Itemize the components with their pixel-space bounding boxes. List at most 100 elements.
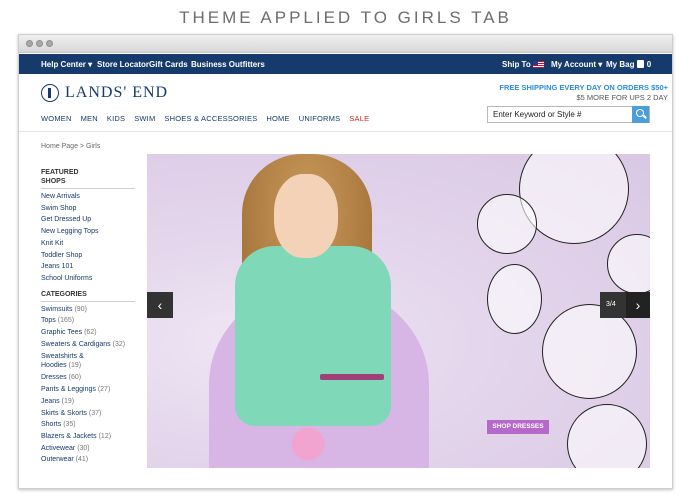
nav-item-men[interactable]: MEN	[81, 114, 98, 123]
nav-item-shoes-accessories[interactable]: SHOES & ACCESSORIES	[164, 114, 257, 123]
category-count: (37)	[88, 409, 102, 417]
featured-heading-line1: FEATURED	[41, 169, 79, 176]
category-item[interactable]: Shorts (35)	[41, 419, 135, 431]
sidebar-item-new-arrivals[interactable]: New Arrivals	[41, 191, 135, 203]
sidebar-item-knit-kit[interactable]: Knit Kit	[41, 238, 135, 250]
my-bag-label: My Bag	[606, 60, 635, 69]
sidebar-item-swim-shop[interactable]: Swim Shop	[41, 203, 135, 215]
lighthouse-icon	[41, 84, 59, 102]
us-flag-icon	[532, 61, 544, 68]
category-count: (60)	[68, 374, 82, 382]
my-bag-link[interactable]: My Bag 0	[606, 60, 651, 69]
featured-shops-heading: FEATURED SHOPS	[41, 168, 135, 189]
minimize-window-icon[interactable]	[36, 40, 43, 47]
slide-counter-text: 3/4	[606, 301, 616, 308]
category-count: (41)	[75, 456, 89, 464]
category-item[interactable]: Tops (165)	[41, 315, 135, 327]
category-count: (30)	[77, 444, 90, 452]
shop-dresses-button[interactable]: SHOP DRESSES	[487, 420, 549, 434]
category-item[interactable]: Outerwear (41)	[41, 454, 135, 466]
browser-window: Help Center ▾ Store Locator Gift Cards B…	[18, 34, 673, 489]
bag-icon	[637, 60, 645, 68]
ship-to-label: Ship To	[502, 60, 531, 69]
store-locator-link[interactable]: Store Locator	[97, 60, 149, 69]
category-count: (19)	[61, 397, 75, 405]
search-input[interactable]: Enter Keyword or Style #	[487, 106, 650, 123]
maximize-window-icon[interactable]	[46, 40, 53, 47]
business-outfitters-link[interactable]: Business Outfitters	[191, 60, 265, 69]
category-item[interactable]: Pants & Leggings (27)	[41, 384, 135, 396]
nav-item-home[interactable]: HOME	[266, 114, 289, 123]
chevron-right-icon[interactable]: ›	[626, 292, 650, 318]
category-label: Pants & Leggings	[41, 386, 96, 394]
nav-item-sale[interactable]: SALE	[349, 114, 369, 123]
close-window-icon[interactable]	[26, 40, 33, 47]
breadcrumb[interactable]: Home Page > Girls	[41, 143, 100, 150]
sidebar-item-jeans-101[interactable]: Jeans 101	[41, 261, 135, 273]
category-item[interactable]: Sweatshirts &	[41, 352, 135, 361]
window-titlebar	[19, 35, 672, 53]
promo-line-2: $5 MORE FOR UPS 2 DAY	[576, 93, 668, 102]
page-caption: THEME APPLIED TO GIRLS TAB	[179, 8, 512, 27]
sidebar: FEATURED SHOPS New Arrivals Swim Shop Ge…	[41, 168, 135, 466]
logo[interactable]: LANDS' END	[41, 84, 168, 102]
site-header: LANDS' END FREE SHIPPING EVERY DAY ON OR…	[19, 74, 672, 132]
category-label: Blazers & Jackets	[41, 432, 97, 440]
girl-face	[274, 174, 338, 258]
category-label: Activewear	[41, 444, 76, 452]
gift-cards-link[interactable]: Gift Cards	[149, 60, 188, 69]
category-count: (35)	[63, 421, 76, 429]
logo-text: LANDS' END	[65, 84, 169, 101]
category-count: (90)	[74, 305, 87, 313]
main-nav: WOMEN MEN KIDS SWIM SHOES & ACCESSORIES …	[41, 114, 378, 123]
chevron-left-icon[interactable]: ‹	[147, 292, 173, 318]
flower-illustration	[567, 404, 647, 468]
sidebar-item-school-uniforms[interactable]: School Uniforms	[41, 273, 135, 285]
flower-illustration	[607, 234, 650, 294]
category-item[interactable]: Activewear (30)	[41, 443, 135, 455]
category-item[interactable]: Jeans (19)	[41, 396, 135, 408]
girl-belt	[320, 374, 384, 380]
search-icon[interactable]	[632, 106, 649, 123]
sidebar-item-toddler-shop[interactable]: Toddler Shop	[41, 250, 135, 262]
ship-to-link[interactable]: Ship To	[502, 60, 544, 69]
girl-cardigan	[235, 246, 391, 426]
category-item[interactable]: Sweaters & Cardigans (32)	[41, 339, 135, 351]
flower-illustration	[487, 264, 542, 334]
category-item[interactable]: Blazers & Jackets (12)	[41, 431, 135, 443]
flower-illustration	[477, 194, 537, 254]
utility-bar: Help Center ▾ Store Locator Gift Cards B…	[19, 54, 672, 74]
category-count: (165)	[57, 317, 75, 325]
category-item[interactable]: Swimsuits (90)	[41, 304, 135, 316]
nav-item-kids[interactable]: KIDS	[107, 114, 125, 123]
category-label: Graphic Tees	[41, 329, 83, 337]
shipping-promo[interactable]: FREE SHIPPING EVERY DAY ON ORDERS $50+ $…	[499, 83, 668, 103]
nav-item-swim[interactable]: SWIM	[134, 114, 155, 123]
help-center-link[interactable]: Help Center ▾	[41, 60, 92, 69]
category-count: (12)	[98, 432, 112, 440]
category-label: Jeans	[41, 397, 60, 405]
hero-banner[interactable]: ‹ 3/4 › SHOP DRESSES	[147, 154, 650, 468]
category-label: Sweatshirts &	[41, 353, 84, 361]
my-account-link[interactable]: My Account ▾	[551, 60, 602, 69]
bag-count: 0	[646, 60, 652, 69]
featured-heading-line2: SHOPS	[41, 178, 66, 185]
category-label: Dresses	[41, 374, 67, 382]
category-count: (27)	[97, 386, 111, 394]
category-item[interactable]: Dresses (60)	[41, 372, 135, 384]
category-count: (19)	[68, 362, 82, 370]
category-item[interactable]: Hoodies (19)	[41, 361, 135, 371]
category-item[interactable]: Graphic Tees (62)	[41, 327, 135, 339]
sidebar-item-new-legging-tops[interactable]: New Legging Tops	[41, 226, 135, 238]
nav-item-uniforms[interactable]: UNIFORMS	[299, 114, 341, 123]
flower-illustration	[542, 304, 637, 399]
category-count: (32)	[112, 340, 126, 348]
category-item[interactable]: Skirts & Skorts (37)	[41, 408, 135, 420]
category-label: Shorts	[41, 421, 62, 429]
category-label: Sweaters & Cardigans	[41, 340, 111, 348]
category-count: (62)	[84, 329, 97, 337]
category-label: Swimsuits	[41, 305, 73, 313]
nav-item-women[interactable]: WOMEN	[41, 114, 72, 123]
category-label: Outerwear	[41, 456, 74, 464]
sidebar-item-get-dressed-up[interactable]: Get Dressed Up	[41, 214, 135, 226]
